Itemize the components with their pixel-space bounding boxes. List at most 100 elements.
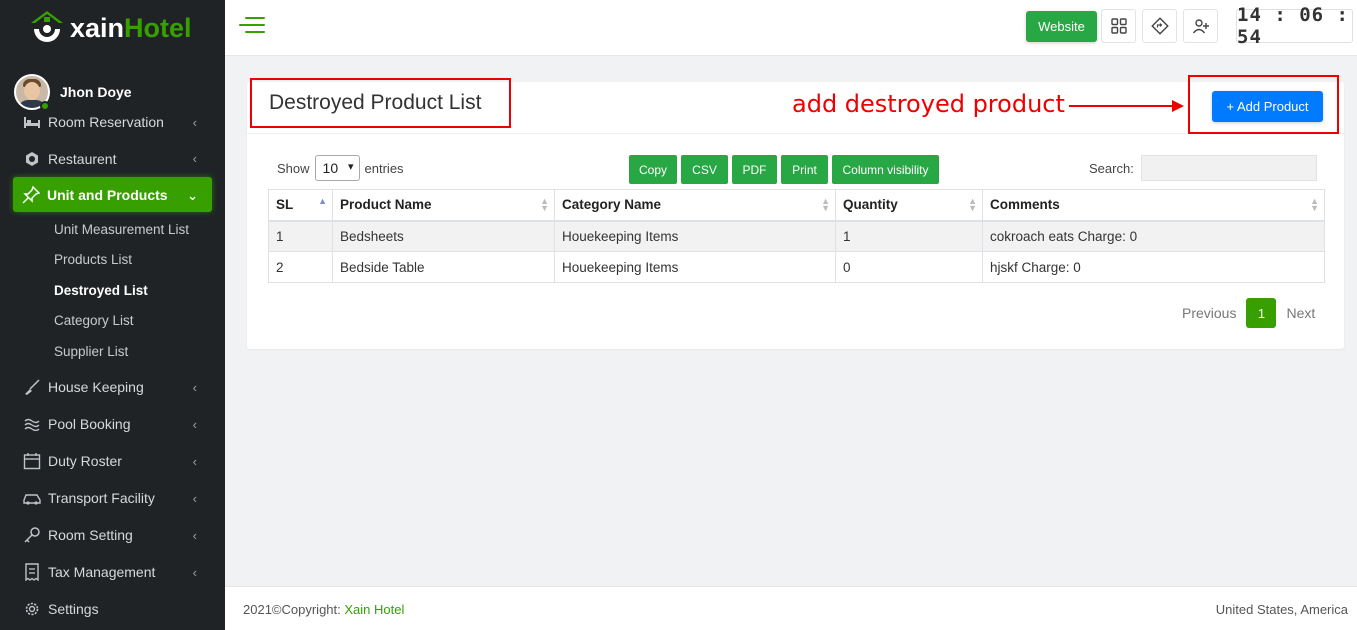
sidebar-item-label: Transport Facility	[48, 490, 155, 506]
restaurant-icon	[22, 150, 42, 168]
chevron-down-icon: ⌄	[187, 188, 198, 203]
directions-icon[interactable]	[1142, 9, 1177, 43]
sidebar-item-tax-management[interactable]: Tax Management ‹	[0, 554, 225, 591]
website-button[interactable]: Website	[1026, 11, 1097, 42]
sidebar-item-room-reservation[interactable]: Room Reservation ‹	[0, 104, 225, 140]
chevron-left-icon: ‹	[192, 490, 197, 506]
calendar-icon	[22, 452, 42, 470]
chevron-left-icon: ‹	[192, 379, 197, 395]
sidebar-item-house-keeping[interactable]: House Keeping ‹	[0, 369, 225, 406]
clock: 14 : 06 : 54	[1236, 4, 1353, 48]
copy-button[interactable]: Copy	[629, 155, 677, 184]
sidebar-item-label: House Keeping	[48, 379, 144, 395]
submenu-unit-and-products: Unit Measurement List Products List Dest…	[0, 212, 225, 369]
chevron-down-icon: ▾	[348, 161, 354, 173]
submenu-item-products-list[interactable]: Products List	[0, 245, 225, 276]
cell-comments: hjskf Charge: 0	[982, 251, 1325, 283]
sidebar-item-transport-facility[interactable]: Transport Facility ‹	[0, 480, 225, 517]
show-label: Show	[277, 160, 310, 176]
hotel-logo-icon	[28, 9, 66, 47]
annotation-arrow	[1069, 100, 1184, 112]
sort-icon: ▲ ▼	[1310, 196, 1319, 213]
entries-label: entries	[364, 160, 404, 176]
receipt-icon	[22, 563, 42, 581]
broom-icon	[22, 378, 42, 396]
add-product-button[interactable]: + Add Product	[1212, 91, 1323, 122]
footer: 2021©Copyright: Xain Hotel United States…	[225, 586, 1357, 630]
sidebar-item-label: Tax Management	[48, 564, 156, 580]
submenu-item-destroyed-list[interactable]: Destroyed List	[0, 275, 225, 306]
search-box: Search:	[1089, 155, 1317, 181]
sidebar-item-pool-booking[interactable]: Pool Booking ‹	[0, 406, 225, 443]
entries-select[interactable]: 10 ▾	[314, 155, 360, 181]
brand-name-part1: xain	[70, 12, 125, 43]
chevron-left-icon: ‹	[192, 564, 197, 580]
footer-copyright: 2021©Copyright: Xain Hotel	[243, 602, 405, 617]
topbar: Website 14 : 06 : 54	[225, 0, 1357, 56]
pin-icon	[21, 185, 41, 204]
column-header-category-name[interactable]: Category Name ▲ ▼	[554, 189, 836, 222]
sidebar-item-label: Pool Booking	[48, 416, 131, 432]
submenu-item-supplier-list[interactable]: Supplier List	[0, 336, 225, 367]
submenu-item-unit-measurement-list[interactable]: Unit Measurement List	[0, 214, 225, 245]
sort-icon: ▲ ▼	[821, 196, 830, 213]
sidebar-item-duty-roster[interactable]: Duty Roster ‹	[0, 443, 225, 480]
pdf-button[interactable]: PDF	[732, 155, 777, 184]
column-header-quantity[interactable]: Quantity ▲ ▼	[835, 189, 983, 222]
csv-button[interactable]: CSV	[681, 155, 728, 184]
column-header-sl[interactable]: SL ▲	[268, 189, 333, 222]
sidebar-item-label: Restaurent	[48, 150, 117, 167]
destroyed-product-card: Destroyed Product List add destroyed pro…	[247, 75, 1344, 349]
chevron-left-icon: ‹	[192, 416, 197, 432]
print-button[interactable]: Print	[781, 155, 828, 184]
page-title: Destroyed Product List	[250, 78, 511, 128]
user-name: Jhon Doye	[60, 84, 132, 100]
chevron-left-icon: ‹	[192, 115, 197, 130]
sidebar-item-label: Room Setting	[48, 527, 133, 543]
table-row: 2 Bedside Table Houekeeping Items 0 hjsk…	[268, 251, 1325, 283]
submenu-item-category-list[interactable]: Category List	[0, 306, 225, 337]
waves-icon	[22, 415, 42, 433]
sidebar-menu: Room Reservation ‹ Restaurent ‹ Unit and…	[0, 114, 225, 628]
show-entries: Show 10 ▾ entries	[277, 155, 404, 181]
bed-icon	[22, 113, 42, 131]
previous-page-button[interactable]: Previous	[1182, 305, 1236, 321]
sidebar-item-label: Unit and Products	[47, 186, 168, 203]
gear-icon	[22, 600, 42, 618]
search-label: Search:	[1089, 160, 1134, 176]
sort-icon: ▲ ▼	[968, 196, 977, 213]
sidebar-item-room-setting[interactable]: Room Setting ‹	[0, 517, 225, 554]
search-input[interactable]	[1140, 155, 1317, 181]
column-visibility-button[interactable]: Column visibility	[832, 155, 939, 184]
key-icon	[22, 526, 42, 544]
table-header-row: SL ▲ Product Name ▲ ▼ Category Name ▲ ▼ Quant…	[268, 189, 1325, 222]
next-page-button[interactable]: Next	[1286, 305, 1315, 321]
footer-brand-link[interactable]: Xain Hotel	[344, 602, 404, 617]
annotation-text: add destroyed product	[792, 90, 1065, 118]
column-header-comments[interactable]: Comments ▲ ▼	[982, 189, 1325, 222]
cell-quantity: 0	[835, 251, 983, 283]
menu-toggle-icon[interactable]	[239, 17, 265, 35]
cell-comments: cokroach eats Charge: 0	[982, 220, 1325, 252]
sidebar-item-label: Settings	[48, 601, 99, 617]
pagination: Previous 1 Next	[1182, 298, 1315, 328]
sidebar-item-label: Duty Roster	[48, 453, 122, 469]
grid-icon[interactable]	[1101, 9, 1136, 43]
add-user-icon[interactable]	[1183, 9, 1218, 43]
sidebar-item-settings[interactable]: Settings	[0, 591, 225, 628]
cell-category-name: Houekeeping Items	[554, 220, 836, 252]
cell-product-name: Bedside Table	[332, 251, 555, 283]
cell-quantity: 1	[835, 220, 983, 252]
chevron-left-icon: ‹	[192, 453, 197, 469]
sort-asc-icon: ▲	[318, 196, 327, 206]
cell-product-name: Bedsheets	[332, 220, 555, 252]
sort-icon: ▲ ▼	[540, 196, 549, 213]
brand-logo[interactable]: xain Hotel	[0, 0, 225, 56]
cell-category-name: Houekeeping Items	[554, 251, 836, 283]
sidebar-item-unit-and-products[interactable]: Unit and Products ⌄	[13, 177, 212, 212]
destroyed-products-table: SL ▲ Product Name ▲ ▼ Category Name ▲ ▼ Quant…	[268, 189, 1325, 283]
column-header-product-name[interactable]: Product Name ▲ ▼	[332, 189, 555, 222]
sidebar-item-label: Room Reservation	[48, 114, 164, 130]
page-1-button[interactable]: 1	[1246, 298, 1277, 328]
sidebar-item-restaurent[interactable]: Restaurent ‹	[0, 140, 225, 177]
